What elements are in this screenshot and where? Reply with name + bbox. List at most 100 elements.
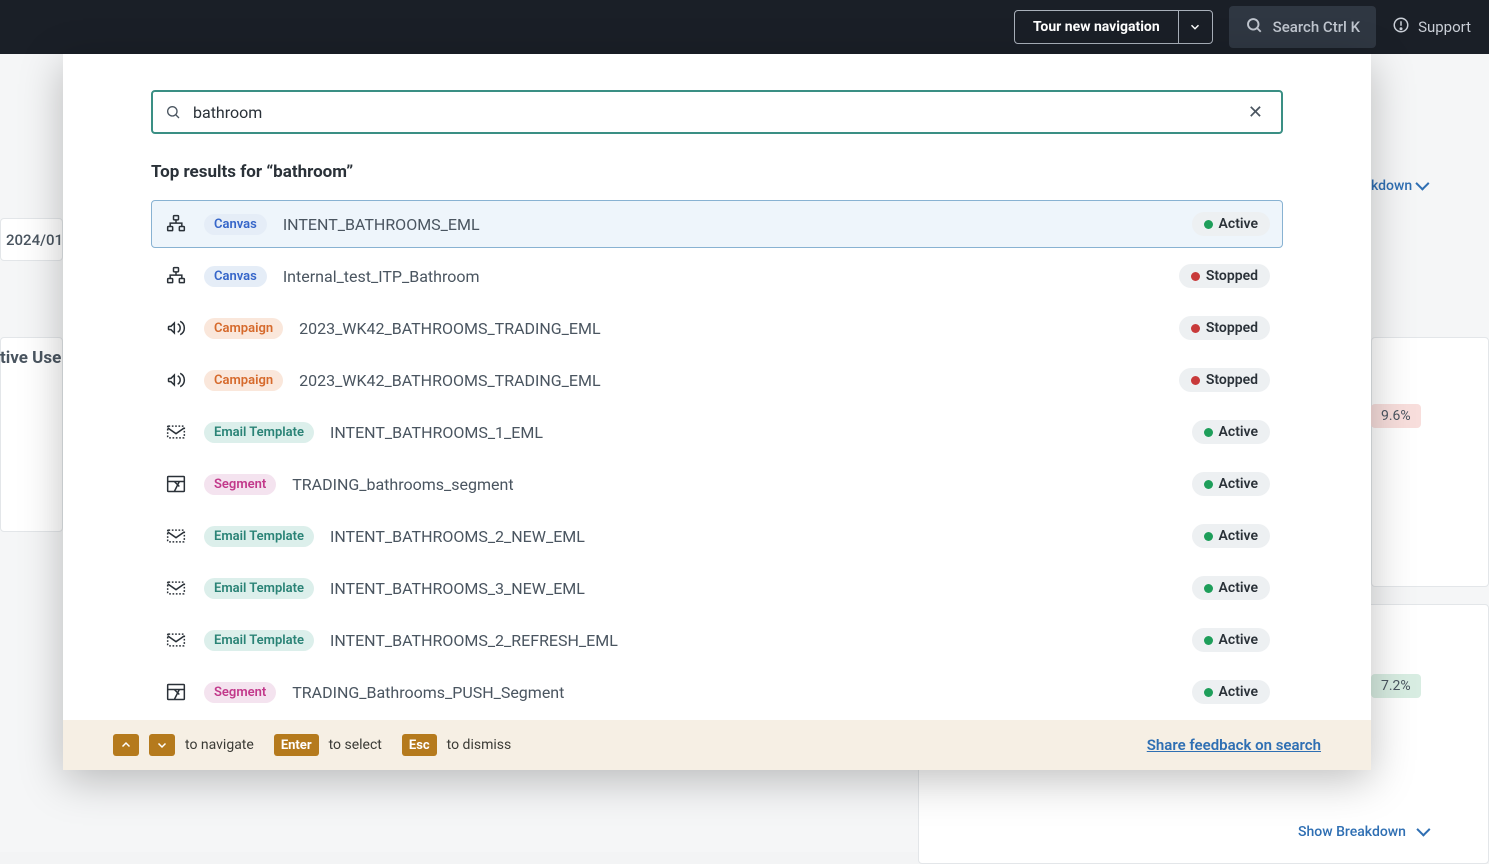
tour-navigation-button[interactable]: Tour new navigation	[1014, 10, 1213, 44]
type-pill: Email Template	[204, 422, 314, 443]
result-row[interactable]: Campaign 2023_WK42_BATHROOMS_TRADING_EML S…	[151, 304, 1283, 352]
status-pill: Active	[1192, 680, 1270, 704]
bg-card	[1371, 337, 1489, 587]
status-pill: Stopped	[1179, 316, 1270, 340]
result-name: TRADING_bathrooms_segment	[292, 475, 513, 494]
result-name: INTENT_BATHROOMS_EML	[283, 215, 480, 234]
campaign-icon	[164, 370, 188, 390]
bg-date: 2024/01/	[6, 231, 69, 249]
result-name: INTENT_BATHROOMS_2_REFRESH_EML	[330, 631, 618, 650]
status-pill: Active	[1192, 472, 1270, 496]
status-pill: Active	[1192, 524, 1270, 548]
campaign-icon	[164, 318, 188, 338]
result-row[interactable]: Email Template INTENT_BATHROOMS_3_NEW_EML…	[151, 564, 1283, 612]
type-pill: Email Template	[204, 630, 314, 651]
enter-key: Enter	[274, 734, 319, 756]
esc-key: Esc	[402, 734, 437, 756]
arrow-up-key	[113, 734, 139, 756]
result-name: TRADING_Bathrooms_PUSH_Segment	[292, 683, 564, 702]
result-name: Internal_test_ITP_Bathroom	[283, 267, 480, 286]
result-row[interactable]: Email Template INTENT_BATHROOMS_1_EML Acti…	[151, 408, 1283, 456]
feedback-link[interactable]: Share feedback on search	[1147, 736, 1321, 754]
result-row[interactable]: Canvas Internal_test_ITP_Bathroom Stopped	[151, 252, 1283, 300]
status-label: Active	[1219, 424, 1258, 440]
bg-badge-red: 9.6%	[1371, 404, 1421, 428]
result-row[interactable]: Segment TRADING_Bathrooms_PUSH_Segment Act…	[151, 668, 1283, 716]
result-row[interactable]: Email Template INTENT_BATHROOMS_2_NEW_EML…	[151, 512, 1283, 560]
search-shortcut-label: Search Ctrl K	[1273, 18, 1360, 36]
status-label: Active	[1219, 528, 1258, 544]
result-row[interactable]: Campaign 2023_WK42_BATHROOMS_TRADING_EML S…	[151, 356, 1283, 404]
status-pill: Active	[1192, 628, 1270, 652]
type-pill: Campaign	[204, 370, 283, 391]
search-footer: to navigate Enter to select Esc to dismi…	[63, 720, 1371, 770]
type-pill: Campaign	[204, 318, 283, 339]
status-label: Active	[1219, 684, 1258, 700]
result-row[interactable]: Email Template INTENT_BATHROOMS_2_REFRESH…	[151, 616, 1283, 664]
type-pill: Segment	[204, 474, 276, 495]
email-icon	[164, 630, 188, 650]
result-list: Canvas INTENT_BATHROOMS_EML Active Canvas In…	[151, 200, 1283, 716]
status-label: Active	[1219, 476, 1258, 492]
status-dot-icon	[1204, 584, 1213, 593]
result-name: 2023_WK42_BATHROOMS_TRADING_EML	[299, 319, 600, 338]
arrow-down-key	[149, 734, 175, 756]
status-pill: Active	[1192, 212, 1270, 236]
status-dot-icon	[1204, 480, 1213, 489]
alert-icon	[1392, 16, 1410, 38]
type-pill: Canvas	[204, 214, 267, 235]
result-name: INTENT_BATHROOMS_2_NEW_EML	[330, 527, 585, 546]
search-input[interactable]	[193, 103, 1230, 122]
email-icon	[164, 526, 188, 546]
navigate-label: to navigate	[185, 737, 254, 753]
status-dot-icon	[1204, 428, 1213, 437]
status-dot-icon	[1204, 688, 1213, 697]
search-modal-body: ✕ Top results for “bathroom” CanvasINTEN…	[63, 54, 1371, 720]
status-label: Stopped	[1206, 268, 1258, 284]
status-dot-icon	[1191, 272, 1200, 281]
status-dot-icon	[1204, 636, 1213, 645]
support-label: Support	[1418, 18, 1471, 36]
show-breakdown-link[interactable]: Show Breakdown	[1298, 824, 1427, 840]
bg-card-title: tive Use	[0, 348, 61, 368]
search-input-wrap: ✕	[151, 90, 1283, 134]
search-icon	[1245, 16, 1263, 38]
search-modal: ✕ Top results for “bathroom” CanvasINTEN…	[63, 54, 1371, 770]
status-label: Stopped	[1206, 372, 1258, 388]
status-label: Active	[1219, 632, 1258, 648]
global-search-button[interactable]: Search Ctrl K	[1229, 6, 1376, 48]
canvas-icon	[164, 266, 188, 286]
search-icon	[165, 104, 181, 120]
status-dot-icon	[1204, 220, 1213, 229]
status-pill: Active	[1192, 576, 1270, 600]
type-pill: Segment	[204, 682, 276, 703]
canvas-icon	[164, 214, 188, 234]
status-dot-icon	[1191, 376, 1200, 385]
result-name: 2023_WK42_BATHROOMS_TRADING_EML	[299, 371, 600, 390]
email-icon	[164, 422, 188, 442]
status-pill: Stopped	[1179, 264, 1270, 288]
support-link[interactable]: Support	[1392, 16, 1471, 38]
type-pill: Email Template	[204, 578, 314, 599]
select-label: to select	[329, 737, 382, 753]
status-pill: Active	[1192, 420, 1270, 444]
top-header: Tour new navigation Search Ctrl K Suppor…	[0, 0, 1489, 54]
segment-icon	[164, 474, 188, 494]
result-row[interactable]: Canvas INTENT_BATHROOMS_EML Active	[151, 200, 1283, 248]
email-icon	[164, 578, 188, 598]
bg-breakdown-link: kdown	[1371, 178, 1426, 194]
type-pill: Canvas	[204, 266, 267, 287]
status-dot-icon	[1204, 532, 1213, 541]
result-name: INTENT_BATHROOMS_1_EML	[330, 423, 543, 442]
status-label: Stopped	[1206, 320, 1258, 336]
status-dot-icon	[1191, 324, 1200, 333]
result-row[interactable]: Segment TRADING_bathrooms_segment Active	[151, 460, 1283, 508]
chevron-down-icon[interactable]	[1178, 11, 1212, 43]
status-label: Active	[1219, 216, 1258, 232]
dismiss-label: to dismiss	[447, 737, 512, 753]
result-name: INTENT_BATHROOMS_3_NEW_EML	[330, 579, 585, 598]
type-pill: Email Template	[204, 526, 314, 547]
status-pill: Stopped	[1179, 368, 1270, 392]
clear-icon[interactable]: ✕	[1242, 98, 1269, 127]
bg-badge-green: 7.2%	[1371, 674, 1421, 698]
